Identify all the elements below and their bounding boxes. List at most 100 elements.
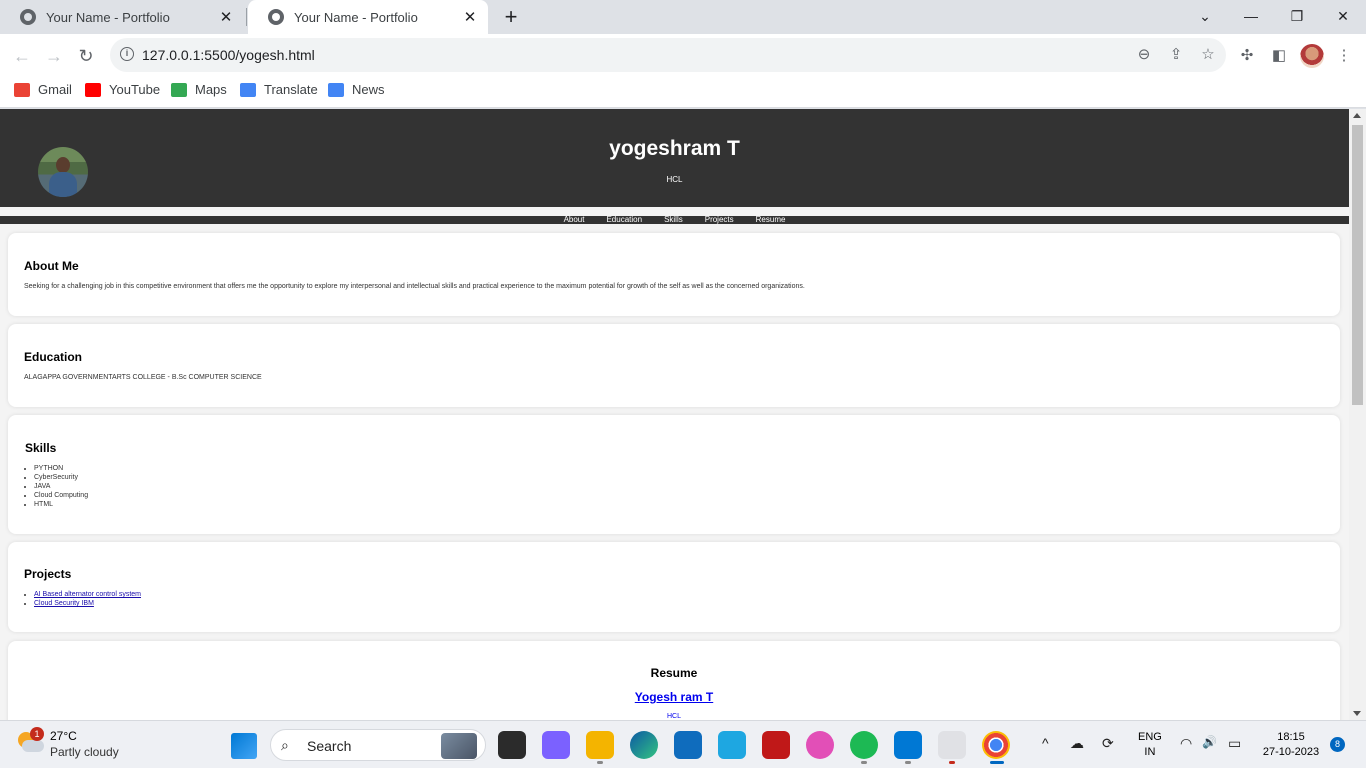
l-app-icon[interactable]: [718, 731, 746, 759]
nav-projects[interactable]: Projects: [705, 216, 734, 224]
show-hidden-icons-chevron-icon[interactable]: ^: [1042, 735, 1049, 751]
tab-close-button[interactable]: ✕: [460, 8, 480, 26]
edge-browser-icon[interactable]: [630, 731, 658, 759]
maps-icon: [171, 82, 187, 97]
projects-list: AI Based alternator control system Cloud…: [34, 590, 141, 608]
site-name: yogeshram T: [609, 137, 740, 160]
file-explorer-icon[interactable]: [586, 731, 614, 759]
skills-title: Skills: [25, 441, 57, 455]
tab-portfolio-1[interactable]: Your Name - Portfolio ✕: [0, 0, 244, 34]
site-subtitle: HCL: [666, 175, 683, 184]
running-indicator: [861, 761, 867, 764]
nav-about[interactable]: About: [564, 216, 585, 224]
reload-icon[interactable]: ↻: [72, 42, 100, 70]
bookmark-translate[interactable]: Translate: [240, 82, 318, 97]
forward-arrow-icon[interactable]: →: [40, 42, 68, 70]
teams-chat-icon[interactable]: [542, 731, 570, 759]
taskbar-search[interactable]: ⌕ Search: [270, 729, 486, 761]
wps-office-icon[interactable]: [806, 731, 834, 759]
tab-portfolio-2[interactable]: Your Name - Portfolio ✕: [248, 0, 488, 34]
language-indicator[interactable]: ENG IN: [1138, 730, 1162, 760]
site-nav: About Education Skills Projects Resume: [0, 216, 1349, 224]
bookmark-youtube[interactable]: YouTube: [85, 82, 160, 97]
running-indicator: [597, 761, 603, 764]
clock-time: 18:15: [1277, 731, 1305, 743]
weather-badge: 1: [30, 727, 44, 741]
bookmark-label: Maps: [195, 82, 227, 97]
site-info-icon[interactable]: i: [120, 47, 134, 61]
vscode-icon[interactable]: [894, 731, 922, 759]
chrome-icon[interactable]: [982, 731, 1010, 759]
scroll-up-arrow-icon[interactable]: [1353, 113, 1361, 118]
bookmark-label: Gmail: [38, 82, 72, 97]
tab-search-chevron-icon[interactable]: ⌄: [1182, 0, 1228, 34]
zoom-icon[interactable]: ⊖: [1134, 45, 1154, 65]
system-clock[interactable]: 18:15 27-10-2023: [1258, 730, 1324, 760]
bookmark-label: News: [352, 82, 385, 97]
nav-education[interactable]: Education: [606, 216, 642, 224]
url-text[interactable]: 127.0.0.1:5500/yogesh.html: [142, 47, 315, 63]
profile-avatar[interactable]: [1300, 44, 1324, 68]
resume-title: Resume: [650, 666, 698, 680]
weather-description[interactable]: Partly cloudy: [50, 745, 119, 759]
chrome-menu-icon[interactable]: ⋮: [1333, 45, 1355, 67]
tab-divider: [246, 8, 247, 26]
share-icon[interactable]: ⇪: [1166, 45, 1186, 65]
volume-icon[interactable]: 🔊: [1202, 735, 1217, 749]
education-section: Education ALAGAPPA GOVERNMENTARTS COLLEG…: [8, 324, 1340, 407]
start-windows-icon[interactable]: [231, 733, 257, 759]
close-window-button[interactable]: ✕: [1320, 0, 1366, 34]
cloud-shape: [22, 740, 44, 752]
project-link[interactable]: Cloud Security IBM: [34, 600, 94, 607]
battery-icon[interactable]: ▭: [1228, 735, 1241, 752]
search-icon: ⌕: [281, 737, 289, 753]
bookmark-maps[interactable]: Maps: [171, 82, 227, 97]
bookmark-label: YouTube: [109, 82, 161, 97]
microsoft-store-icon[interactable]: [674, 731, 702, 759]
maximize-button[interactable]: ❐: [1274, 0, 1320, 34]
wifi-icon[interactable]: ◠: [1180, 735, 1192, 752]
search-highlight-image: [441, 733, 477, 759]
running-indicator: [949, 761, 955, 764]
task-view-icon[interactable]: [498, 731, 526, 759]
skill-item: HTML: [34, 500, 88, 509]
region-code: IN: [1144, 746, 1156, 758]
address-bar[interactable]: i 127.0.0.1:5500/yogesh.html ⊖ ⇪ ☆: [110, 38, 1226, 72]
resume-link[interactable]: Yogesh ram T: [8, 690, 1340, 704]
sync-icon[interactable]: ⟳: [1102, 735, 1114, 752]
spotify-icon[interactable]: [850, 731, 878, 759]
bookmark-gmail[interactable]: Gmail: [14, 82, 72, 97]
snipping-tool-icon[interactable]: [938, 731, 966, 759]
education-title: Education: [24, 350, 83, 364]
project-item: AI Based alternator control system: [34, 590, 141, 599]
bookmark-label: Translate: [264, 82, 318, 97]
project-link[interactable]: AI Based alternator control system: [34, 591, 141, 598]
bookmark-news[interactable]: News: [328, 82, 385, 97]
page-scrollbar[interactable]: [1349, 109, 1366, 720]
mcafee-icon[interactable]: [762, 731, 790, 759]
skills-section: Skills PYTHON CyberSecurity JAVA Cloud C…: [8, 415, 1340, 534]
extensions-icon[interactable]: ✣: [1236, 45, 1258, 67]
nav-skills[interactable]: Skills: [664, 216, 683, 224]
nav-resume[interactable]: Resume: [756, 216, 786, 224]
tab-close-button[interactable]: ✕: [216, 8, 236, 26]
notification-badge[interactable]: 8: [1330, 737, 1345, 752]
skills-list: PYTHON CyberSecurity JAVA Cloud Computin…: [34, 464, 88, 509]
resume-section: Resume Yogesh ram T HCL: [8, 641, 1340, 720]
weather-temperature[interactable]: 27°C: [50, 729, 77, 743]
resume-subtitle: HCL: [666, 713, 681, 720]
minimize-button[interactable]: —: [1228, 0, 1274, 34]
projects-section: Projects AI Based alternator control sys…: [8, 542, 1340, 632]
translate-icon: [240, 82, 256, 97]
site-header: yogeshram T HCL: [0, 109, 1349, 207]
onedrive-cloud-icon[interactable]: ☁: [1070, 735, 1084, 752]
page-viewport: yogeshram T HCL About Education Skills P…: [0, 109, 1349, 720]
scroll-down-arrow-icon[interactable]: [1353, 711, 1361, 716]
bookmark-star-icon[interactable]: ☆: [1198, 45, 1218, 65]
new-tab-button[interactable]: +: [498, 4, 524, 30]
scrollbar-thumb[interactable]: [1352, 125, 1363, 405]
skill-item: PYTHON: [34, 464, 88, 473]
news-icon: [328, 82, 344, 97]
back-arrow-icon[interactable]: ←: [8, 42, 36, 70]
side-panel-icon[interactable]: ◧: [1268, 45, 1290, 67]
